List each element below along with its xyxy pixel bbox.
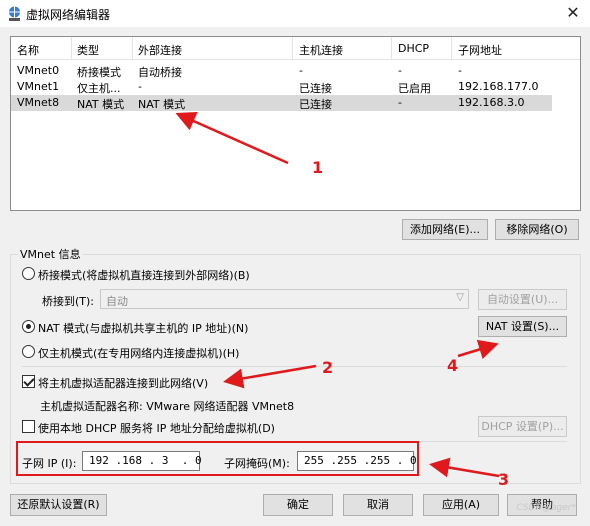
annotation-3: 3	[498, 470, 510, 489]
arrow-1	[175, 111, 289, 165]
arrow-2	[223, 364, 317, 389]
watermark: CSDN@ager*	[516, 503, 576, 513]
arrow-3	[429, 457, 500, 478]
annotation-4: 4	[447, 356, 459, 375]
annotation-2: 2	[322, 358, 334, 377]
annotation-arrows	[175, 111, 500, 478]
arrow-4	[457, 339, 499, 359]
annotation-1: 1	[312, 158, 324, 177]
